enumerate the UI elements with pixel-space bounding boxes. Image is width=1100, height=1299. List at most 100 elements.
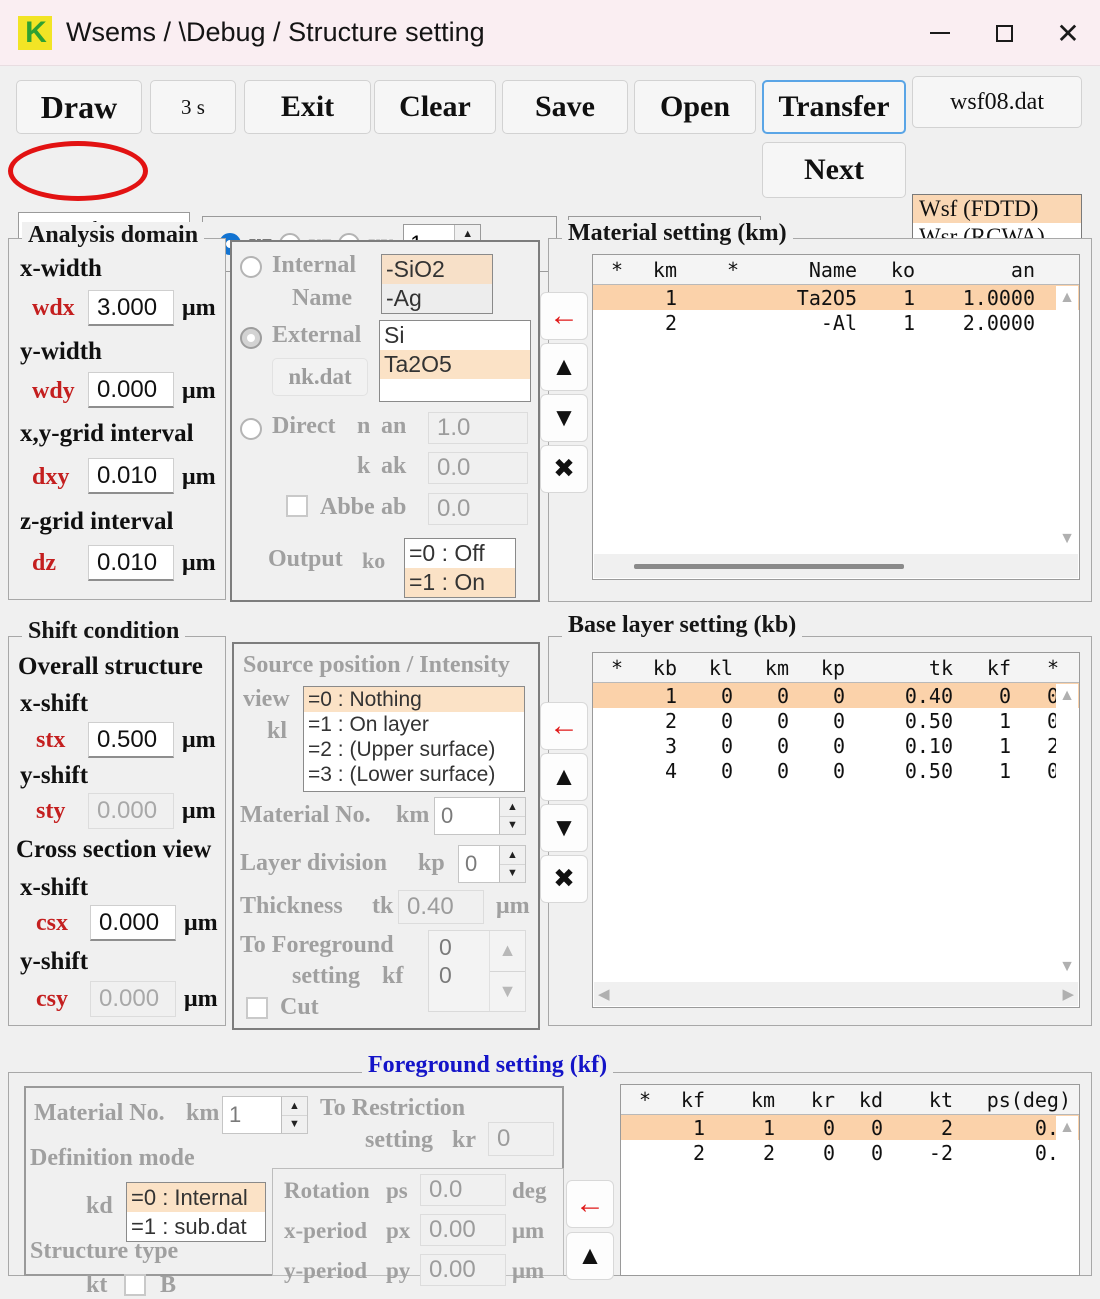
- chevron-down-icon[interactable]: ▼: [490, 972, 525, 1012]
- csy-input[interactable]: 0.000: [90, 981, 176, 1017]
- material-table-vscrollbar[interactable]: ▲ ▼: [1056, 286, 1078, 551]
- fg-km-stepper[interactable]: 1 ▲ ▼: [222, 1096, 308, 1134]
- tk-input[interactable]: 0.40: [398, 890, 484, 924]
- material-delete-button[interactable]: ✖: [540, 445, 588, 493]
- close-button[interactable]: ✕: [1036, 0, 1100, 66]
- hscroll-right-icon[interactable]: ▶: [1062, 985, 1074, 1004]
- dz-input[interactable]: 0.010: [88, 545, 174, 581]
- maximize-button[interactable]: [972, 0, 1036, 66]
- source-kf-stepper[interactable]: 0 0 ▲ ▼: [428, 930, 526, 1012]
- scroll-up-icon[interactable]: ▲: [1059, 1119, 1075, 1137]
- ps-input[interactable]: 0.0: [420, 1174, 506, 1206]
- table-row[interactable]: 2 -Al 1 2.0000: [593, 310, 1079, 335]
- material-table-hscrollbar[interactable]: [594, 554, 1078, 578]
- table-row[interactable]: 3 0 0 0 0.10 1 2: [593, 733, 1079, 758]
- chevron-down-icon[interactable]: ▼: [500, 865, 525, 883]
- kp-arrows[interactable]: ▲ ▼: [499, 846, 525, 882]
- material-up-arrow-button[interactable]: ▲: [540, 343, 588, 391]
- kp-stepper[interactable]: 0 ▲ ▼: [458, 845, 526, 883]
- source-kf-arrows[interactable]: ▲ ▼: [489, 931, 525, 1011]
- wdy-input[interactable]: 0.000: [88, 372, 174, 408]
- external-option-ta2o5[interactable]: Ta2O5: [380, 350, 530, 379]
- minimize-button[interactable]: [908, 0, 972, 66]
- scroll-up-icon[interactable]: ▲: [1059, 687, 1075, 705]
- baselayer-delete-button[interactable]: ✖: [540, 855, 588, 903]
- scroll-up-icon[interactable]: ▲: [1059, 289, 1075, 307]
- chevron-up-icon[interactable]: ▲: [500, 846, 525, 865]
- baselayer-down-arrow-button[interactable]: ▼: [540, 804, 588, 852]
- dxy-input[interactable]: 0.010: [88, 458, 174, 494]
- kd-option-subdat[interactable]: =1 : sub.dat: [127, 1212, 265, 1241]
- transfer-button[interactable]: Transfer: [762, 80, 906, 134]
- open-button[interactable]: Open: [634, 80, 756, 134]
- chevron-up-icon[interactable]: ▲: [490, 931, 525, 972]
- kt-checkbox[interactable]: [124, 1274, 146, 1296]
- seconds-display[interactable]: 3 s: [150, 80, 236, 134]
- external-option-si[interactable]: Si: [380, 321, 530, 350]
- ab-input[interactable]: 0.0: [428, 493, 528, 525]
- hscroll-left-icon[interactable]: ◀: [598, 985, 610, 1004]
- chevron-up-icon[interactable]: ▲: [282, 1097, 307, 1116]
- fg-km-arrows[interactable]: ▲ ▼: [281, 1097, 307, 1133]
- internal-option-sio2[interactable]: -SiO2: [382, 255, 492, 284]
- px-input[interactable]: 0.00: [420, 1214, 506, 1246]
- radio-direct[interactable]: [240, 418, 262, 440]
- kd-option-list[interactable]: =0 : Internal =1 : sub.dat: [126, 1182, 266, 1242]
- py-input[interactable]: 0.00: [420, 1254, 506, 1286]
- internal-option-ag[interactable]: -Ag: [382, 284, 492, 313]
- source-km-arrows[interactable]: ▲ ▼: [499, 798, 525, 834]
- cut-checkbox[interactable]: [246, 997, 268, 1019]
- an-input[interactable]: 1.0: [428, 412, 528, 444]
- material-down-arrow-button[interactable]: ▼: [540, 394, 588, 442]
- material-table[interactable]: * km * Name ko an 1 Ta2O5 1 1.0000 2 -Al…: [592, 254, 1080, 580]
- nkdat-button[interactable]: nk.dat: [272, 358, 368, 396]
- base-layer-vscrollbar[interactable]: ▲ ▼: [1056, 684, 1078, 979]
- kr-input[interactable]: 0: [488, 1122, 554, 1156]
- table-row[interactable]: 1 Ta2O5 1 1.0000: [593, 285, 1079, 310]
- ko-option-on[interactable]: =1 : On: [405, 568, 515, 597]
- chevron-down-icon[interactable]: ▼: [282, 1116, 307, 1134]
- chevron-up-icon[interactable]: ▲: [500, 798, 525, 817]
- ak-input[interactable]: 0.0: [428, 452, 528, 484]
- kd-option-internal[interactable]: =0 : Internal: [127, 1183, 265, 1212]
- ko-option-off[interactable]: =0 : Off: [405, 539, 515, 568]
- baselayer-up-arrow-button[interactable]: ▲: [540, 753, 588, 801]
- exit-button[interactable]: Exit: [244, 80, 371, 134]
- solver-option-wsf[interactable]: Wsf (FDTD): [913, 195, 1081, 223]
- table-row[interactable]: 1 0 0 0 0.40 0 0: [593, 683, 1079, 708]
- save-button[interactable]: Save: [502, 80, 628, 134]
- foreground-table[interactable]: * kf km kr kd kt ps(deg) 1 1 0 0 2 0.0 2…: [620, 1084, 1080, 1276]
- chevron-down-icon[interactable]: ▼: [500, 817, 525, 835]
- source-km-stepper[interactable]: 0 ▲ ▼: [434, 797, 526, 835]
- foreground-back-arrow-button[interactable]: ←: [566, 1180, 614, 1228]
- abbe-checkbox[interactable]: [286, 495, 308, 517]
- scroll-down-icon[interactable]: ▼: [1059, 958, 1075, 976]
- internal-material-list[interactable]: -SiO2 -Ag: [381, 254, 493, 314]
- base-layer-hscrollbar[interactable]: ◀ ▶: [594, 982, 1078, 1006]
- radio-internal[interactable]: [240, 256, 262, 278]
- csx-input[interactable]: 0.000: [90, 905, 176, 941]
- stx-input[interactable]: 0.500: [88, 722, 174, 758]
- table-row[interactable]: 2 0 0 0 0.50 1 0: [593, 708, 1079, 733]
- radio-external[interactable]: [240, 327, 262, 349]
- draw-button[interactable]: Draw: [16, 80, 142, 134]
- ko-option-list[interactable]: =0 : Off =1 : On: [404, 538, 516, 598]
- sty-input[interactable]: 0.000: [88, 793, 174, 829]
- kl-option-upper-surface[interactable]: =2 : (Upper surface): [304, 737, 524, 762]
- kl-option-lower-surface[interactable]: =3 : (Lower surface): [304, 762, 524, 787]
- base-layer-table[interactable]: * kb kl km kp tk kf * 1 0 0 0 0.40 0 0 2…: [592, 652, 1080, 1008]
- scroll-down-icon[interactable]: ▼: [1059, 530, 1075, 548]
- table-row[interactable]: 1 1 0 0 2 0.0: [621, 1115, 1079, 1140]
- next-button[interactable]: Next: [762, 142, 906, 198]
- foreground-table-vscrollbar[interactable]: ▲: [1056, 1116, 1078, 1274]
- foreground-up-arrow-button[interactable]: ▲: [566, 1232, 614, 1280]
- dat-file-button[interactable]: wsf08.dat: [912, 76, 1082, 128]
- baselayer-back-arrow-button[interactable]: ←: [540, 702, 588, 750]
- table-row[interactable]: 4 0 0 0 0.50 1 0: [593, 758, 1079, 783]
- kl-option-list[interactable]: =0 : Nothing =1 : On layer =2 : (Upper s…: [303, 686, 525, 792]
- external-material-list[interactable]: Si Ta2O5: [379, 320, 531, 402]
- kl-option-on-layer[interactable]: =1 : On layer: [304, 712, 524, 737]
- table-row[interactable]: 2 2 0 0 -2 0.0: [621, 1140, 1079, 1165]
- clear-button[interactable]: Clear: [374, 80, 496, 134]
- kl-option-nothing[interactable]: =0 : Nothing: [304, 687, 524, 712]
